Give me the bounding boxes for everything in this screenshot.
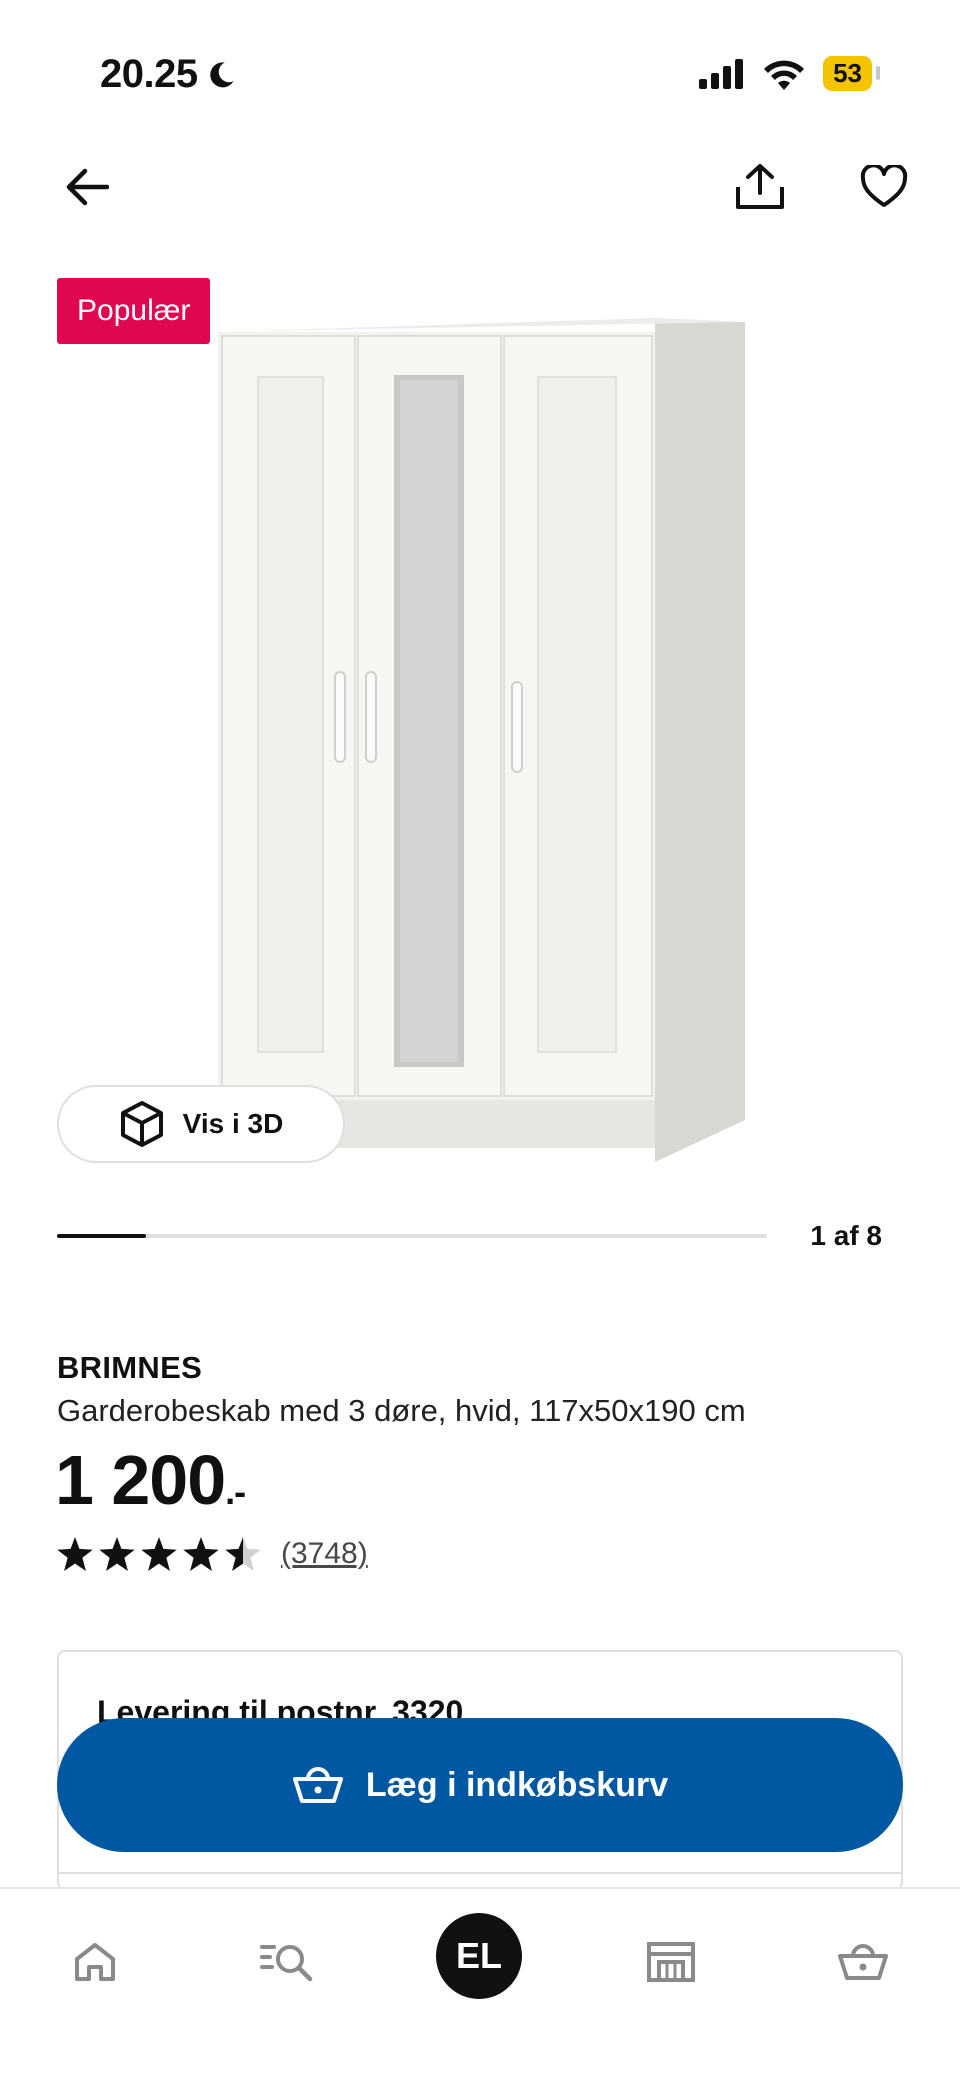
star-half-icon: [225, 1537, 261, 1571]
home-icon: [75, 1943, 115, 1981]
gallery-position: 1 af 8: [810, 1220, 882, 1251]
tab-basket[interactable]: [820, 1919, 906, 2005]
basket-icon: [292, 1767, 343, 1803]
moon-icon: [209, 61, 234, 87]
search-icon: [260, 1945, 313, 1982]
store-icon: [647, 1942, 695, 1982]
popular-badge: Populær: [57, 278, 211, 344]
add-to-cart-button[interactable]: Læg i indkøbskurv: [57, 1718, 903, 1852]
product-rating[interactable]: (3748): [57, 1537, 368, 1571]
tab-home[interactable]: [52, 1919, 138, 2005]
share-button[interactable]: [728, 155, 792, 219]
view-3d-label: Vis i 3D: [182, 1108, 284, 1139]
bottom-tab-bar: EL: [0, 1887, 960, 2087]
wifi-icon: [764, 60, 805, 90]
arrow-left-icon: [66, 168, 109, 206]
battery-indicator: 53: [823, 56, 880, 91]
add-to-cart-label: Læg i indkøbskurv: [365, 1765, 669, 1804]
star-icon: [183, 1537, 219, 1571]
star-icon: [57, 1537, 93, 1571]
price-value: 1 200: [55, 1441, 226, 1519]
share-icon: [736, 164, 784, 209]
review-count-link[interactable]: (3748): [281, 1537, 368, 1571]
gallery-progress-fill: [57, 1234, 146, 1238]
card-divider: [59, 1872, 901, 1874]
back-button[interactable]: [55, 155, 119, 219]
star-icon: [141, 1537, 177, 1571]
product-name: BRIMNES: [57, 1350, 203, 1385]
gallery-progress: [57, 1234, 767, 1238]
cellular-signal-icon: [699, 58, 744, 89]
star-icon: [99, 1537, 135, 1571]
product-description: Garderobeskab med 3 døre, hvid, 117x50x1…: [57, 1393, 746, 1428]
status-time: 20.25: [100, 52, 236, 97]
basket-icon: [838, 1944, 888, 1980]
price-suffix: .-: [225, 1471, 246, 1512]
tab-profile-avatar[interactable]: EL: [436, 1913, 522, 1999]
tab-search[interactable]: [245, 1919, 331, 2005]
product-image[interactable]: [200, 300, 760, 1170]
status-icons: 53: [699, 56, 880, 91]
heart-icon: [860, 165, 908, 207]
view-3d-button[interactable]: Vis i 3D: [57, 1085, 345, 1163]
favorite-button[interactable]: [852, 155, 916, 219]
product-price: 1 200.-: [55, 1440, 246, 1532]
status-time-text: 20.25: [100, 52, 198, 96]
tab-stores[interactable]: [628, 1919, 714, 2005]
cube-3d-icon: [120, 1101, 163, 1147]
